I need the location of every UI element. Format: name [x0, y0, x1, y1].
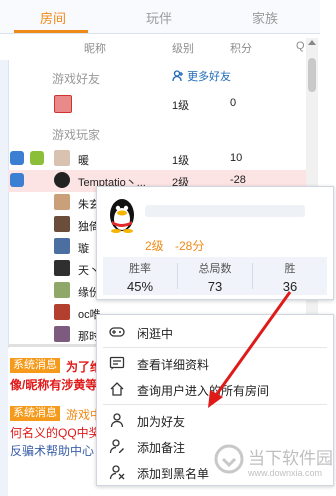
player-info-card: 2级 -28分 胜率 45% 总局数 73 胜 36 [96, 186, 334, 300]
stat-label: 胜率 [129, 263, 151, 275]
avatar [54, 150, 70, 166]
menu-item-label: 添加到黑名单 [137, 467, 210, 481]
friend-level: 1级 [172, 100, 190, 112]
menu-item-idle[interactable]: 闲逛中 [97, 319, 333, 345]
menu-item-label: 闲逛中 [137, 327, 174, 341]
stat-value: 45% [126, 279, 154, 294]
avatar [54, 282, 70, 298]
system-message-label: 系统消息 [10, 406, 60, 421]
tab-bar: 房间 玩伴 家族 [0, 0, 320, 34]
col-nickname[interactable]: 昵称 [84, 40, 106, 56]
menu-separator [103, 347, 327, 348]
player-score: -28 [230, 174, 246, 186]
stat-wins: 胜 36 [253, 257, 327, 295]
menu-item-label: 加为好友 [137, 415, 186, 429]
profile-card-icon [109, 356, 125, 370]
gamepad-icon [109, 327, 125, 337]
menu-item-add-friend[interactable]: 加为好友 [97, 407, 333, 433]
avatar [54, 238, 70, 254]
avatar [54, 95, 72, 113]
menu-item-user-rooms[interactable]: 查询用户进入的所有房间 [97, 376, 333, 402]
col-qq[interactable]: Q [296, 40, 305, 52]
edit-note-icon [109, 439, 124, 454]
avatar [54, 194, 70, 210]
qq-penguin-icon [110, 199, 134, 233]
active-tab-indicator [14, 30, 88, 33]
player-name: 暖 [78, 155, 89, 167]
vip-diamond-icon [10, 151, 24, 165]
watermark-title: 当下软件园 [248, 449, 333, 468]
watermark-url: www.downxia.com [248, 468, 323, 478]
site-logo-icon [214, 444, 244, 474]
stat-win-rate: 胜率 45% [103, 257, 177, 295]
column-header: 昵称 级别 积分 Q [0, 34, 320, 60]
card-score: -28分 [175, 239, 205, 253]
blurred-nickname [145, 205, 305, 217]
avatar [54, 326, 70, 342]
qq-penguin-avatar [54, 172, 70, 188]
player-row[interactable]: 暖 1级 10 [8, 148, 308, 170]
menu-separator [103, 404, 327, 405]
menu-item-label: 查询用户进入的所有房间 [137, 384, 270, 398]
scroll-thumb[interactable] [308, 58, 316, 92]
stat-value: 36 [282, 279, 298, 294]
add-user-icon [172, 70, 183, 82]
col-score[interactable]: 积分 [230, 40, 252, 56]
tab-partners[interactable]: 玩伴 [146, 8, 172, 27]
more-friends-link[interactable]: 更多好友 [172, 68, 231, 84]
friend-score: 0 [230, 97, 237, 109]
add-friend-icon [110, 413, 124, 428]
stats-panel: 胜率 45% 总局数 73 胜 36 [103, 257, 327, 295]
system-message-link[interactable]: 反骗术帮助中心 [10, 442, 94, 459]
player-level: 1级 [172, 155, 190, 167]
system-message-text: 像/昵称有涉黄等 [10, 378, 98, 392]
stat-label: 胜 [284, 263, 296, 275]
friend-row[interactable]: 1级 0 [8, 93, 308, 115]
stat-value: 73 [207, 279, 223, 294]
avatar [54, 304, 70, 320]
scroll-up-arrow-icon[interactable] [308, 40, 316, 45]
menu-item-view-profile[interactable]: 查看详细资料 [97, 350, 333, 376]
tab-room[interactable]: 房间 [40, 8, 66, 27]
menu-item-label: 查看详细资料 [137, 358, 210, 372]
stat-label: 总局数 [198, 263, 232, 275]
tab-family[interactable]: 家族 [252, 8, 278, 27]
watermark: 当下软件园 www.downxia.com [214, 440, 334, 490]
member-badge-icon [30, 151, 44, 165]
section-game-players: 游戏玩家 [52, 128, 101, 142]
player-name: 璇 [78, 243, 89, 255]
blacklist-icon [109, 465, 125, 480]
avatar [54, 260, 70, 276]
system-message-text: 何名义的QQ中奖 [10, 426, 101, 440]
player-score: 10 [230, 152, 243, 164]
home-icon [110, 382, 124, 396]
system-message-label: 系统消息 [10, 358, 60, 373]
vip-diamond-icon [10, 173, 24, 187]
stat-total-games: 总局数 73 [178, 257, 252, 295]
menu-item-label: 添加备注 [137, 441, 186, 455]
card-level: 2级 [145, 239, 164, 253]
avatar [54, 216, 70, 232]
more-friends-label: 更多好友 [187, 71, 232, 83]
section-game-friends: 游戏好友 [52, 72, 101, 86]
col-level[interactable]: 级别 [172, 40, 194, 56]
